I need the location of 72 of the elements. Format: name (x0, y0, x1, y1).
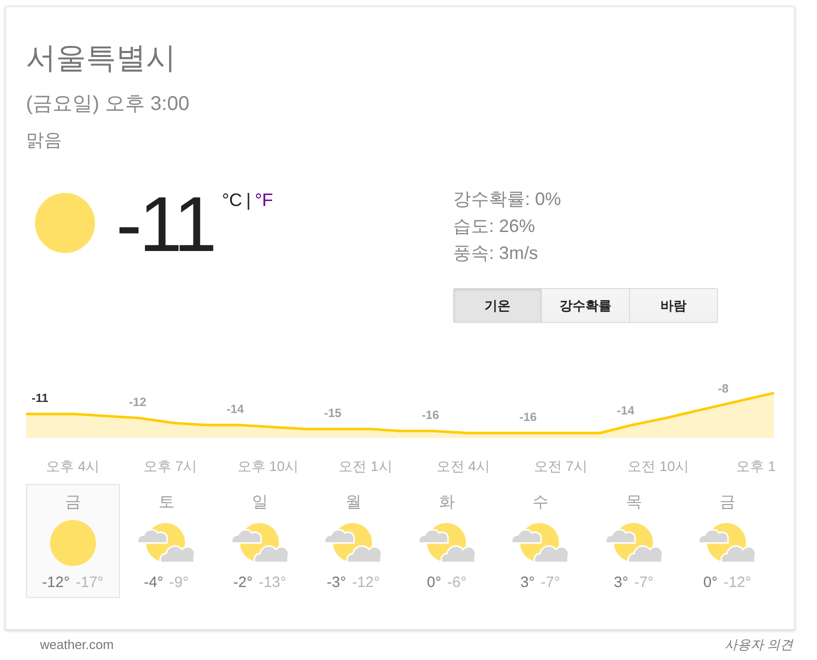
hour-label: 오후 10시 (237, 458, 299, 474)
low-temperature: -17° (76, 573, 104, 593)
partly-cloudy-icon (698, 523, 756, 563)
low-temperature: -9° (169, 573, 189, 593)
day-label: 금 (64, 493, 81, 513)
day-tile[interactable]: 금 -12° -17° (26, 484, 120, 598)
weather-detail: 풍속: 3m/s (453, 242, 538, 265)
high-temperature: 3° (614, 573, 628, 593)
partly-cloudy-icon (137, 523, 196, 563)
day-tile[interactable]: 수 3° -7° (494, 484, 587, 598)
hour-label: 오후 7시 (144, 458, 198, 474)
unit-option[interactable]: °F (254, 190, 274, 210)
chart-tab[interactable]: 바람 (629, 288, 718, 323)
day-tile[interactable]: 금 0° -12° (680, 484, 774, 598)
high-temperature: 0° (426, 573, 442, 593)
low-temperature: -7° (540, 573, 560, 593)
location-title: 서울특별시 (26, 41, 177, 77)
high-temperature: -4° (144, 573, 164, 593)
value-label: -14 (226, 402, 244, 416)
value-label: -8 (718, 382, 729, 396)
value-label: -16 (519, 410, 537, 424)
weather-detail: 습도: 26% (453, 215, 536, 238)
low-temperature: -12° (724, 573, 752, 593)
high-temperature: -3° (326, 573, 346, 593)
high-temperature: -2° (233, 573, 253, 593)
value-label: -11 (32, 391, 48, 405)
partly-cloudy-icon (418, 523, 476, 563)
chart-tab[interactable]: 강수확률 (541, 288, 630, 323)
value-label: -15 (324, 406, 342, 420)
low-temperature: -7° (634, 573, 654, 593)
sun-icon (50, 520, 96, 566)
unit-separator: | (246, 190, 251, 210)
day-tile[interactable]: 화 0° -6° (400, 484, 494, 598)
high-temperature: 0° (703, 573, 718, 593)
current-temperature: -11 (116, 186, 214, 262)
condition-text: 맑음 (26, 129, 63, 152)
day-tile[interactable]: 일 -2° -13° (213, 484, 306, 598)
day-label: 토 (158, 493, 174, 513)
sun-icon (35, 193, 95, 253)
day-tile[interactable]: 토 -4° -9° (120, 484, 213, 598)
day-label: 수 (532, 493, 548, 513)
high-temperature: 3° (520, 573, 535, 593)
hour-label: 오전 10시 (628, 458, 690, 474)
partly-cloudy-icon (604, 523, 663, 563)
hour-label: 오후 4시 (46, 458, 100, 474)
day-label: 금 (719, 493, 736, 513)
weather-detail: 강수확률: 0% (453, 188, 562, 211)
feedback-link[interactable]: 사용자 의견 (724, 636, 793, 654)
day-label: 화 (438, 493, 455, 513)
hour-label: 오후 1 (736, 458, 776, 474)
day-label: 일 (252, 493, 268, 513)
low-temperature: -13° (258, 573, 286, 593)
source-link[interactable]: weather.com (40, 636, 114, 654)
low-temperature: -6° (447, 573, 467, 593)
value-label: -12 (128, 394, 146, 409)
partly-cloudy-icon (324, 523, 382, 563)
hour-label: 오전 4시 (436, 458, 490, 474)
hour-label: 오전 1시 (338, 458, 392, 474)
partly-cloudy-icon (511, 523, 570, 563)
low-temperature: -12° (352, 573, 380, 593)
value-label: -16 (422, 408, 440, 422)
day-label: 목 (626, 493, 642, 513)
high-temperature: -12° (42, 573, 70, 593)
value-label: -14 (616, 404, 634, 418)
date-time-text: (금요일) 오후 3:00 (26, 92, 190, 116)
day-label: 월 (345, 493, 362, 513)
hour-label: 오전 7시 (534, 458, 588, 474)
unit-option[interactable]: °C (222, 190, 242, 210)
day-tile[interactable]: 목 3° -7° (587, 484, 680, 598)
day-tile[interactable]: 월 -3° -12° (306, 484, 400, 598)
partly-cloudy-icon (230, 523, 289, 563)
chart-tab[interactable]: 기온 (453, 288, 542, 323)
